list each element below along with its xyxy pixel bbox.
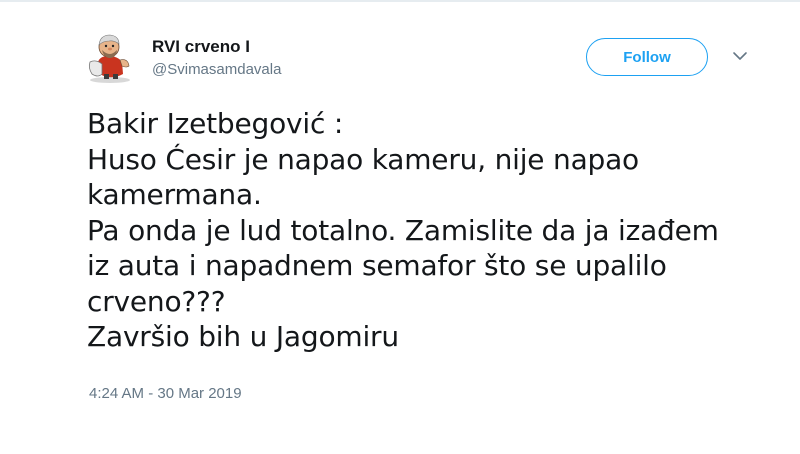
- author-handle[interactable]: @Svimasamdavala: [152, 60, 281, 80]
- tweet-text-line: Završio bih u Jagomiru: [87, 320, 399, 353]
- tweet-timestamp[interactable]: 4:24 AM - 30 Mar 2019: [89, 384, 242, 404]
- tweet-text: Bakir Izetbegović : Huso Ćesir je napao …: [87, 106, 777, 355]
- author-display-name[interactable]: RVI crveno I: [152, 36, 250, 58]
- tweet-text-line: kamermana.: [87, 178, 262, 211]
- chevron-down-icon[interactable]: [730, 48, 750, 64]
- tweet-text-line: Pa onda je lud totalno. Zamislite da ja …: [87, 213, 719, 247]
- follow-button[interactable]: Follow: [586, 38, 708, 76]
- tweet-text-line: iz auta i napadnem semafor što se upalil…: [87, 249, 667, 282]
- tweet-text-line: Huso Ćesir je napao kameru, nije napao: [87, 142, 639, 176]
- follow-button-label: Follow: [623, 48, 671, 66]
- cartoon-character-avatar-icon: [88, 34, 130, 83]
- tweet-text-line: Bakir Izetbegović :: [87, 107, 344, 140]
- top-divider: [0, 0, 800, 2]
- tweet-text-line: crveno???: [87, 284, 226, 318]
- avatar[interactable]: [82, 28, 138, 84]
